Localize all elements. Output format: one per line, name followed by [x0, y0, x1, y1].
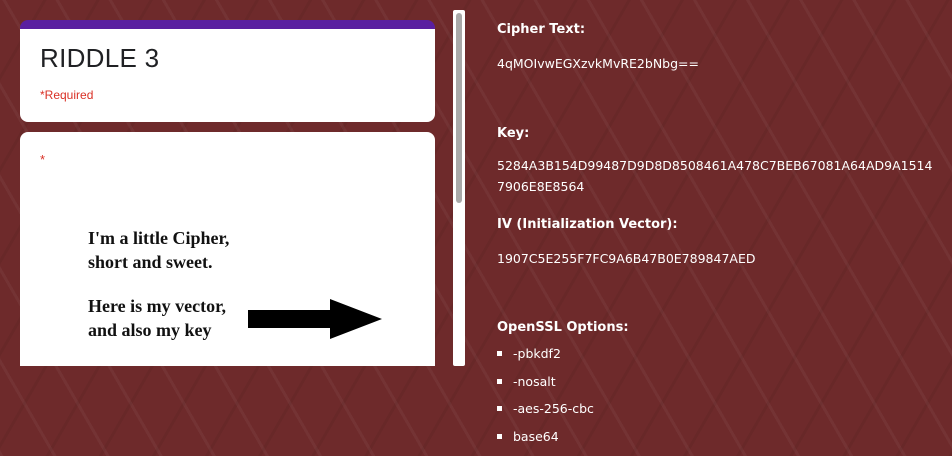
- option-label: base64: [513, 428, 559, 444]
- riddle-line: and also my key: [88, 320, 212, 340]
- list-item: -nosalt: [497, 372, 594, 400]
- form-title-card: RIDDLE 3 *Required: [20, 20, 435, 122]
- list-item: -aes-256-cbc: [497, 399, 594, 427]
- form-title: RIDDLE 3: [40, 43, 160, 73]
- list-item: -pbkdf2: [497, 344, 594, 372]
- required-asterisk: *: [40, 152, 46, 167]
- bullet-icon: [497, 378, 502, 384]
- option-label: -nosalt: [513, 373, 556, 389]
- cipher-text-heading: Cipher Text:: [497, 22, 586, 37]
- openssl-options-list: -pbkdf2 -nosalt -aes-256-cbc base64: [497, 344, 594, 454]
- iv-value: 1907C5E255F7FC9A6B47B0E789847AED: [497, 251, 756, 266]
- form-scrollbar[interactable]: [453, 10, 465, 366]
- key-heading: Key:: [497, 126, 530, 141]
- scrollbar-thumb[interactable]: [456, 13, 462, 203]
- key-value: 5284A3B154D99487D9D8D8508461A478C7BEB670…: [497, 158, 933, 194]
- right-arrow-icon: [248, 299, 382, 339]
- list-item: base64: [497, 427, 594, 455]
- bullet-icon: [497, 433, 502, 439]
- openssl-options-heading: OpenSSL Options:: [497, 320, 629, 335]
- riddle-image: I'm a little Cipher, short and sweet. He…: [40, 172, 415, 366]
- option-label: -aes-256-cbc: [513, 401, 594, 416]
- riddle-line: Here is my vector,: [88, 296, 226, 316]
- required-note: *Required: [40, 88, 94, 102]
- iv-heading: IV (Initialization Vector):: [497, 217, 678, 232]
- cipher-text-value: 4qMOIvwEGXzvkMvRE2bNbg==: [497, 56, 699, 71]
- riddle-line: I'm a little Cipher,: [88, 228, 230, 248]
- question-card[interactable]: * I'm a little Cipher, short and sweet. …: [20, 132, 435, 366]
- bullet-icon: [497, 406, 502, 411]
- option-label: -pbkdf2: [513, 346, 561, 361]
- bullet-icon: [497, 351, 502, 356]
- form-panel: RIDDLE 3 *Required * I'm a little Cipher…: [0, 0, 452, 366]
- riddle-line: short and sweet.: [88, 252, 213, 272]
